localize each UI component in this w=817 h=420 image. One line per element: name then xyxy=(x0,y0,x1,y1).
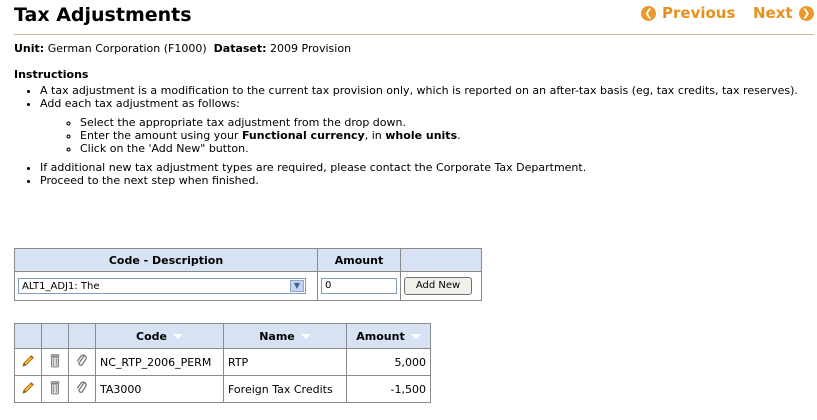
code-column-header[interactable]: Code xyxy=(95,323,224,349)
amount-cell: -1,500 xyxy=(346,375,431,403)
action-header xyxy=(400,248,482,272)
sort-icon xyxy=(300,334,311,339)
delete-column-header xyxy=(41,323,69,349)
chevron-right-icon: ❯ xyxy=(798,5,814,21)
instruction-item: Proceed to the next step when finished. xyxy=(40,174,817,187)
chevron-left-icon: ❮ xyxy=(641,5,656,21)
instruction-item: A tax adjustment is a modification to th… xyxy=(40,84,817,97)
delete-cell xyxy=(41,348,69,376)
instruction-subitem: Click on the 'Add New" button. xyxy=(80,142,817,155)
page-title: Tax Adjustments xyxy=(14,4,192,26)
instruction-text: Add each tax adjustment as follows: xyxy=(40,97,240,110)
instruction-sublist: Select the appropriate tax adjustment fr… xyxy=(40,116,817,155)
dataset-value: 2009 Provision xyxy=(270,42,352,55)
subitem-text: , in xyxy=(364,129,386,142)
table-row: NC_RTP_2006_PERM RTP 5,000 xyxy=(14,348,431,376)
dataset-label: Dataset: xyxy=(213,42,267,55)
add-button-cell: Add New xyxy=(400,271,482,301)
sort-icon xyxy=(172,334,183,339)
edit-cell xyxy=(14,375,42,403)
adjustment-code-select[interactable]: ALT1_ADJ1: The ▼ xyxy=(18,278,306,294)
amount-column-header[interactable]: Amount xyxy=(346,323,431,349)
attach-cell xyxy=(68,375,96,403)
amount-header-label: Amount xyxy=(356,329,405,343)
add-adjustment-table: Code - Description Amount ALT1_ADJ1: The… xyxy=(14,248,482,301)
pencil-icon[interactable] xyxy=(20,353,36,369)
code-header-label: Code xyxy=(136,329,167,343)
delete-cell xyxy=(41,375,69,403)
next-button[interactable]: Next ❯ xyxy=(753,4,814,22)
code-cell: NC_RTP_2006_PERM xyxy=(95,348,224,376)
edit-column-header xyxy=(14,323,42,349)
subitem-bold: Functional currency xyxy=(241,129,365,142)
header-divider xyxy=(14,34,814,35)
code-select-cell: ALT1_ADJ1: The ▼ xyxy=(14,271,318,301)
name-column-header[interactable]: Name xyxy=(223,323,347,349)
instruction-item: Add each tax adjustment as follows: Sele… xyxy=(40,97,817,155)
subitem-bold: whole units xyxy=(385,129,458,142)
context-line: Unit: German Corporation (F1000) Dataset… xyxy=(14,42,351,55)
paperclip-icon[interactable] xyxy=(75,353,89,369)
adjustment-code-value: ALT1_ADJ1: The xyxy=(22,281,100,292)
pencil-icon[interactable] xyxy=(20,380,36,396)
subitem-text: Enter the amount using your xyxy=(80,129,242,142)
paperclip-icon[interactable] xyxy=(75,380,89,396)
name-cell: Foreign Tax Credits xyxy=(223,375,347,403)
trash-icon[interactable] xyxy=(48,353,62,369)
next-label: Next xyxy=(753,4,793,22)
code-cell: TA3000 xyxy=(95,375,224,403)
attach-cell xyxy=(68,348,96,376)
instructions-heading: Instructions xyxy=(14,68,89,81)
attach-column-header xyxy=(68,323,96,349)
amount-input-cell: 0 xyxy=(317,271,401,301)
unit-value: German Corporation (F1000) xyxy=(47,42,207,55)
dropdown-arrow-icon[interactable]: ▼ xyxy=(290,280,304,292)
name-header-label: Name xyxy=(259,329,295,343)
instruction-subitem: Enter the amount using your Functional c… xyxy=(80,129,817,142)
adjustments-table: Code Name Amount NC_RTP_2006_PERM RTP 5,… xyxy=(14,323,431,403)
instruction-subitem: Select the appropriate tax adjustment fr… xyxy=(80,116,817,129)
add-new-button[interactable]: Add New xyxy=(404,277,472,295)
edit-cell xyxy=(14,348,42,376)
instructions-list: A tax adjustment is a modification to th… xyxy=(22,84,817,187)
amount-cell: 5,000 xyxy=(346,348,431,376)
sort-icon xyxy=(410,334,421,339)
code-description-header: Code - Description xyxy=(14,248,318,272)
previous-button[interactable]: ❮ Previous xyxy=(641,4,735,22)
unit-label: Unit: xyxy=(14,42,45,55)
amount-header: Amount xyxy=(317,248,401,272)
trash-icon[interactable] xyxy=(48,380,62,396)
amount-input[interactable]: 0 xyxy=(321,278,397,294)
previous-label: Previous xyxy=(662,4,736,22)
subitem-text: . xyxy=(457,129,461,142)
table-row: TA3000 Foreign Tax Credits -1,500 xyxy=(14,375,431,403)
name-cell: RTP xyxy=(223,348,347,376)
instruction-item: If additional new tax adjustment types a… xyxy=(40,161,817,174)
